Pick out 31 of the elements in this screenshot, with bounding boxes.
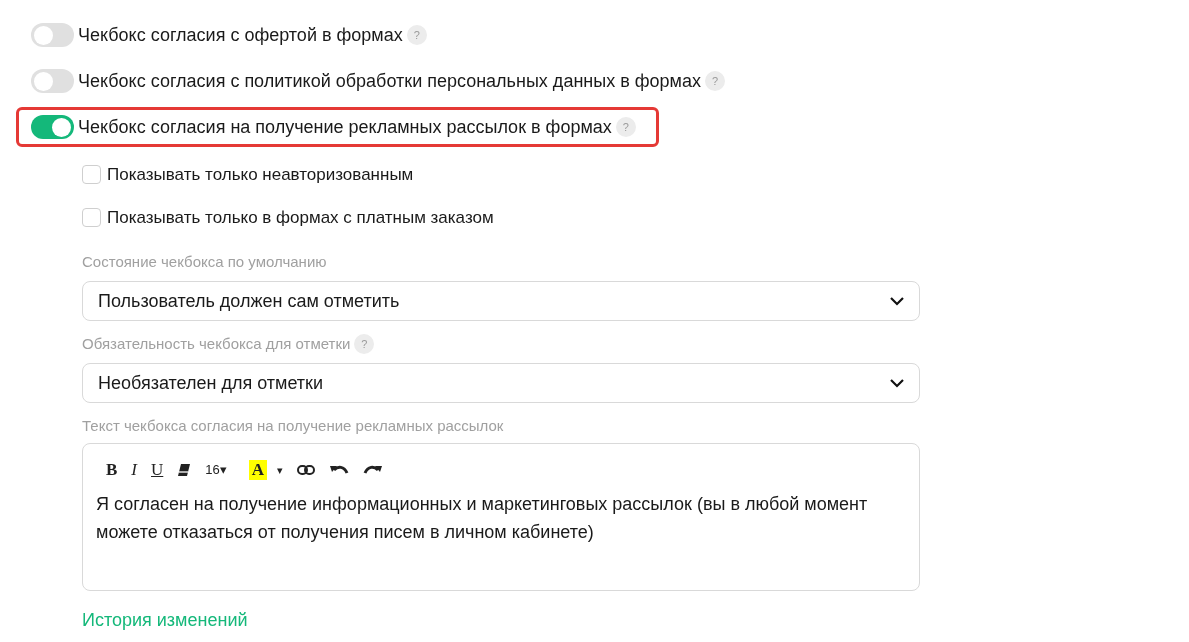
bold-button[interactable]: B	[102, 458, 122, 482]
checkbox-label: Показывать только в формах с платным заказом	[107, 206, 494, 229]
toggle-label: Чекбокс согласия с офертой в формах	[78, 23, 403, 47]
toggle-switch[interactable]	[31, 23, 74, 47]
checkbox[interactable]	[82, 208, 101, 227]
select-field[interactable]: Необязателен для отметки	[82, 363, 920, 403]
text-color-button[interactable]: A	[248, 460, 268, 480]
field-label: Состояние чекбокса по умолчанию	[82, 251, 327, 272]
toggle-switch[interactable]	[31, 69, 74, 93]
toggle-label: Чекбокс согласия на получение рекламных рассылок в формах	[78, 115, 612, 139]
text-editor[interactable]: B I U 16▾ A ▾ Я согласен на получение информационных и маркетинговых рассылок (вы в любой момент можете отказаться от получения писем в личном кабинете)	[82, 443, 920, 591]
link-icon[interactable]	[297, 465, 316, 475]
italic-button[interactable]: I	[127, 458, 141, 482]
chevron-down-icon	[890, 296, 904, 306]
color-dropdown[interactable]: ▾	[273, 458, 288, 482]
checkbox-label: Показывать только неавторизованным	[107, 163, 414, 186]
toggle-switch[interactable]	[31, 115, 74, 139]
select-field[interactable]: Пользователь должен сам отметить	[82, 281, 920, 321]
select-value: Пользователь должен сам отметить	[98, 289, 400, 313]
toggle-label: Чекбокс согласия с политикой обработки персональных данных в формах	[78, 69, 701, 93]
checkbox[interactable]	[82, 165, 101, 184]
undo-icon[interactable]	[329, 464, 350, 476]
field-label: Текст чекбокса согласия на получение рекламных рассылок	[82, 415, 505, 436]
select-value: Необязателен для отметки	[98, 371, 324, 395]
chevron-down-icon	[890, 378, 904, 388]
editor-text: Я согласен на получение информационных и маркетинговых рассылок (вы в любой момент можете отказаться от получения писем в личном кабинете)	[96, 493, 869, 544]
eraser-icon[interactable]	[177, 463, 192, 477]
redo-icon[interactable]	[363, 464, 384, 476]
font-size-dropdown[interactable]: 16▾	[201, 458, 231, 482]
field-label: Обязательность чекбокса для отметки	[82, 333, 351, 354]
underline-button[interactable]: U	[147, 458, 168, 482]
